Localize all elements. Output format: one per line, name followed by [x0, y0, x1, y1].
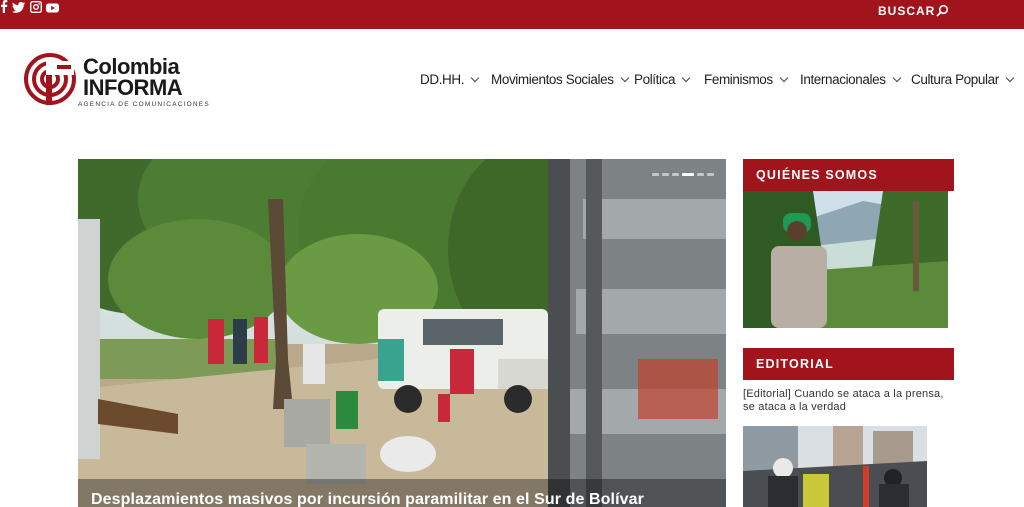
editorial-photo [743, 426, 927, 507]
chevron-down-icon [892, 73, 901, 82]
chevron-down-icon [470, 73, 480, 82]
editorial-link[interactable]: [Editorial] Cuando se ataca a la prensa,… [743, 388, 955, 414]
slider-dot-active[interactable] [682, 173, 694, 176]
logo-title-line2: INFORMA [83, 75, 183, 100]
nav-item-label: Feminismos [704, 72, 773, 87]
slider-dot[interactable] [707, 173, 714, 176]
site-logo[interactable]: Colombia INFORMA AGENCIA DE COMUNICACION… [24, 51, 209, 113]
nav-item-label: DD.HH. [420, 72, 465, 87]
instagram-icon[interactable] [29, 0, 46, 17]
nav-item-ddhh[interactable]: DD.HH. [420, 72, 480, 87]
slider-dot[interactable] [662, 173, 669, 176]
quienes-somos-photo [743, 191, 948, 328]
top-bar: BUSCAR [0, 0, 1024, 29]
featured-slider[interactable]: Desplazamientos masivos por incursión pa… [78, 159, 726, 507]
site-header: Colombia INFORMA AGENCIA DE COMUNICACION… [0, 29, 1024, 129]
nav-item-label: Movimientos Sociales [491, 72, 614, 87]
nav-item-internacionales[interactable]: Internacionales [800, 72, 901, 87]
twitter-icon[interactable] [12, 0, 29, 17]
chevron-down-icon [620, 73, 629, 82]
nav-item-label: Cultura Popular [911, 72, 999, 87]
widget-title-editorial: EDITORIAL [743, 348, 954, 380]
nav-item-feminismos[interactable]: Feminismos [704, 72, 789, 87]
search-icon[interactable] [936, 4, 949, 17]
slider-pagination [652, 173, 714, 176]
chevron-down-icon [779, 73, 789, 82]
nav-item-label: Política [634, 72, 676, 87]
editorial-image[interactable] [743, 426, 927, 507]
chevron-down-icon [1005, 73, 1015, 82]
youtube-icon[interactable] [46, 0, 60, 17]
facebook-icon[interactable] [0, 0, 12, 17]
nav-item-cultura-popular[interactable]: Cultura Popular [911, 72, 1015, 87]
featured-caption: Desplazamientos masivos por incursión pa… [78, 479, 726, 507]
nav-item-politica[interactable]: Política [634, 72, 691, 87]
logo-tagline: AGENCIA DE COMUNICACIONES [78, 101, 210, 108]
chevron-down-icon [681, 73, 691, 82]
quienes-somos-image[interactable] [743, 191, 948, 328]
featured-image [78, 159, 726, 507]
logo-mark-icon [24, 53, 76, 105]
search-label[interactable]: BUSCAR [878, 4, 935, 18]
nav-item-label: Internacionales [800, 72, 886, 87]
slider-dot[interactable] [652, 173, 659, 176]
slider-dot[interactable] [672, 173, 679, 176]
widget-title-quienes-somos: QUIÉNES SOMOS [743, 159, 954, 191]
featured-title[interactable]: Desplazamientos masivos por incursión pa… [91, 491, 644, 507]
nav-item-movimientos-sociales[interactable]: Movimientos Sociales [491, 72, 629, 87]
slider-dot[interactable] [697, 173, 704, 176]
